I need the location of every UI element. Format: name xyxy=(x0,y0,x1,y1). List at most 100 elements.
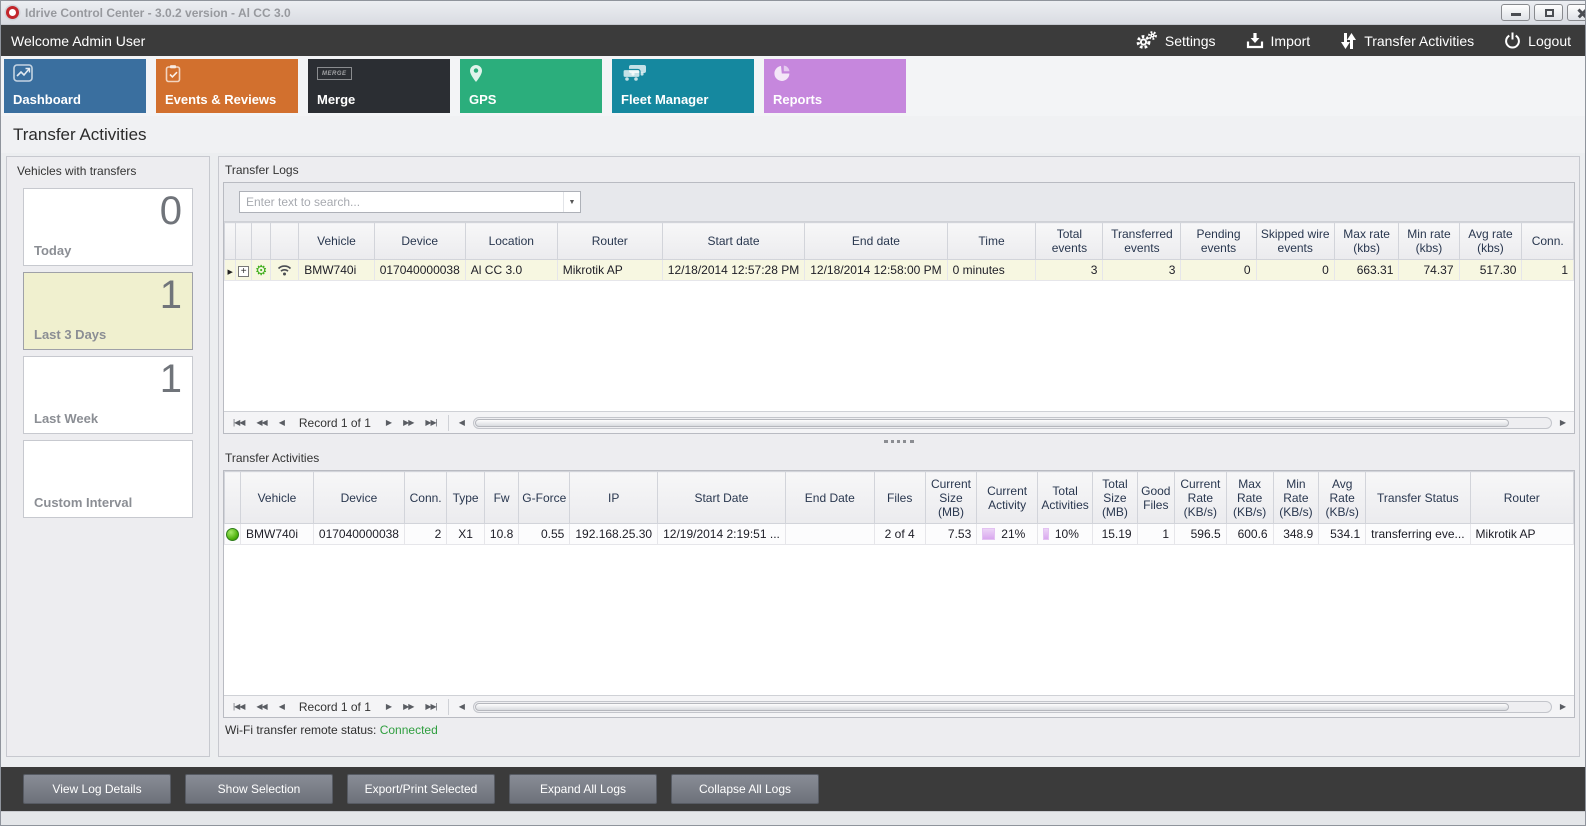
col-fw[interactable]: Fw xyxy=(484,472,518,524)
pager-first-button[interactable]: |◀◀ xyxy=(228,418,249,427)
hscrollbar-thumb[interactable] xyxy=(475,703,1509,711)
col-router[interactable]: Router xyxy=(557,223,662,260)
col-avg-rate[interactable]: Avg rate (kbs) xyxy=(1459,223,1522,260)
card-custom-interval[interactable]: Custom Interval xyxy=(23,440,193,518)
col-max-rate[interactable]: Max rate (kbs) xyxy=(1334,223,1399,260)
col-device[interactable]: Device xyxy=(374,223,465,260)
col-location[interactable]: Location xyxy=(465,223,557,260)
cell-fw: 10.8 xyxy=(484,524,518,545)
col-gforce[interactable]: G-Force xyxy=(519,472,570,524)
logout-button[interactable]: Logout xyxy=(1504,32,1571,49)
transfer-activities-button[interactable]: Transfer Activities xyxy=(1340,32,1474,50)
show-selection-button[interactable]: Show Selection xyxy=(185,774,333,804)
import-button[interactable]: Import xyxy=(1246,32,1311,49)
pager-last-button[interactable]: ▶▶| xyxy=(420,418,441,427)
pager-prev-button[interactable]: ◀ xyxy=(274,702,289,711)
search-input[interactable] xyxy=(240,195,563,209)
pager-next-group-button[interactable]: ▶▶ xyxy=(398,702,418,711)
col-type[interactable]: Type xyxy=(447,472,485,524)
tile-gps[interactable]: GPS xyxy=(460,59,602,113)
pager-next-button[interactable]: ▶ xyxy=(381,702,396,711)
col-start-date[interactable]: Start Date xyxy=(658,472,786,524)
col-total-events[interactable]: Total events xyxy=(1036,223,1103,260)
view-log-details-button[interactable]: View Log Details xyxy=(23,774,171,804)
col-conn[interactable]: Conn. xyxy=(404,472,446,524)
card-last-3-days-count: 1 xyxy=(160,273,182,318)
col-transfer-status[interactable]: Transfer Status xyxy=(1366,472,1470,524)
col-vehicle[interactable]: Vehicle xyxy=(241,472,314,524)
col-current-rate[interactable]: Current Rate (KB/s) xyxy=(1175,472,1227,524)
transfer-activities-table-area: Vehicle Device Conn. Type Fw G-Force IP … xyxy=(224,471,1574,695)
card-today[interactable]: 0 Today xyxy=(23,188,193,266)
hscroll-left-button[interactable]: ◀ xyxy=(455,702,469,711)
col-conn[interactable]: Conn. xyxy=(1522,223,1574,260)
tile-merge[interactable]: MERGE Merge xyxy=(308,59,450,113)
hscrollbar[interactable] xyxy=(473,701,1552,713)
cell-end-date xyxy=(785,524,874,545)
pager-last-button[interactable]: ▶▶| xyxy=(420,702,441,711)
pager-prev-button[interactable]: ◀ xyxy=(274,418,289,427)
hscroll-right-button[interactable]: ▶ xyxy=(1556,418,1570,427)
transfer-log-row[interactable]: ▶ + ⚙ BMW740i 017040000 xyxy=(225,260,1574,281)
col-total-activities[interactable]: Total Activities xyxy=(1037,472,1092,524)
col-time[interactable]: Time xyxy=(947,223,1036,260)
tile-reports[interactable]: Reports xyxy=(764,59,906,113)
col-router[interactable]: Router xyxy=(1470,472,1573,524)
col-end-date[interactable]: End date xyxy=(805,223,947,260)
maximize-icon xyxy=(1545,9,1554,17)
pager-first-button[interactable]: |◀◀ xyxy=(228,702,249,711)
tile-fleet-manager[interactable]: Fleet Manager xyxy=(612,59,754,113)
collapse-all-logs-button[interactable]: Collapse All Logs xyxy=(671,774,819,804)
cell-vehicle: BMW740i xyxy=(299,260,374,281)
card-last-3-days[interactable]: 1 Last 3 Days xyxy=(23,272,193,350)
col-pending-events[interactable]: Pending events xyxy=(1181,223,1256,260)
hscrollbar-thumb[interactable] xyxy=(475,419,1509,427)
tile-merge-label: Merge xyxy=(317,92,441,107)
col-wifi xyxy=(271,223,299,260)
col-vehicle[interactable]: Vehicle xyxy=(299,223,374,260)
col-max-rate[interactable]: Max Rate (KB/s) xyxy=(1226,472,1273,524)
col-good-files[interactable]: Good Files xyxy=(1137,472,1174,524)
col-skipped-wire-events[interactable]: Skipped wire events xyxy=(1256,223,1334,260)
search-dropdown-button[interactable]: ▼ xyxy=(563,192,580,212)
close-button[interactable] xyxy=(1567,4,1586,21)
card-last-week[interactable]: 1 Last Week xyxy=(23,356,193,434)
col-files[interactable]: Files xyxy=(874,472,925,524)
hscroll-right-button[interactable]: ▶ xyxy=(1556,702,1570,711)
col-min-rate[interactable]: Min rate (kbs) xyxy=(1399,223,1459,260)
transfer-activities-pager: |◀◀ ◀◀ ◀ Record 1 of 1 ▶ ▶▶ ▶▶| ◀ ▶ xyxy=(224,695,1574,717)
pager-prev-group-button[interactable]: ◀◀ xyxy=(251,418,271,427)
minimize-button[interactable] xyxy=(1501,4,1530,21)
expand-all-logs-button[interactable]: Expand All Logs xyxy=(509,774,657,804)
tile-dashboard[interactable]: Dashboard xyxy=(4,59,146,113)
pager-prev-group-button[interactable]: ◀◀ xyxy=(251,702,271,711)
col-ip[interactable]: IP xyxy=(570,472,658,524)
col-min-rate[interactable]: Min Rate (KB/s) xyxy=(1273,472,1319,524)
hscrollbar[interactable] xyxy=(473,417,1552,429)
col-transferred-events[interactable]: Transferred events xyxy=(1103,223,1181,260)
tile-events-reviews[interactable]: Events & Reviews xyxy=(156,59,298,113)
status-value: Connected xyxy=(380,723,438,737)
col-current-activity[interactable]: Current Activity xyxy=(977,472,1038,524)
col-end-date[interactable]: End Date xyxy=(785,472,874,524)
panel-splitter[interactable] xyxy=(223,434,1575,448)
col-device[interactable]: Device xyxy=(313,472,404,524)
footer-gap xyxy=(1,757,1585,767)
transfer-logs-title: Transfer Logs xyxy=(223,160,1575,182)
col-current-size[interactable]: Current Size (MB) xyxy=(925,472,977,524)
pager-next-button[interactable]: ▶ xyxy=(381,418,396,427)
col-avg-rate[interactable]: Avg Rate (KB/s) xyxy=(1319,472,1366,524)
pager-record-text: Record 1 of 1 xyxy=(291,416,379,430)
hscroll-left-button[interactable]: ◀ xyxy=(455,418,469,427)
maximize-button[interactable] xyxy=(1534,4,1563,21)
col-total-size[interactable]: Total Size (MB) xyxy=(1093,472,1137,524)
col-start-date[interactable]: Start date xyxy=(662,223,804,260)
transfer-activity-row[interactable]: BMW740i 017040000038 2 X1 10.8 0.55 192.… xyxy=(225,524,1574,545)
pager-next-group-button[interactable]: ▶▶ xyxy=(398,418,418,427)
cell-skipped-wire-events: 0 xyxy=(1256,260,1334,281)
expand-row-button[interactable]: + xyxy=(238,266,249,277)
nav-tiles: Dashboard Events & Reviews MERGE Merge G… xyxy=(1,56,1585,116)
settings-button[interactable]: Settings xyxy=(1135,31,1216,50)
cell-min-rate: 348.9 xyxy=(1273,524,1319,545)
export-print-selected-button[interactable]: Export/Print Selected xyxy=(347,774,495,804)
